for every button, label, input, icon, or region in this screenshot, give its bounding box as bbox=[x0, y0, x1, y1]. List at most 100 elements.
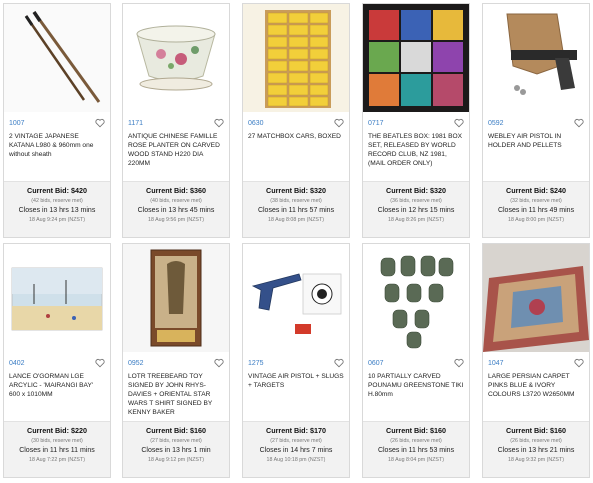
auction-card[interactable]: 1047 LARGE PERSIAN CARPET PINKS BLUE & I… bbox=[482, 243, 590, 478]
bid-footer: Current Bid: $320 (36 bids, reserve met)… bbox=[363, 181, 469, 237]
closing-date: 18 Aug 8:26 pm (NZST) bbox=[388, 217, 444, 223]
auction-card[interactable]: 0592 WEBLEY AIR PISTOL IN HOLDER AND PEL… bbox=[482, 3, 590, 238]
closing-date: 18 Aug 9:24 pm (NZST) bbox=[29, 217, 85, 223]
bid-footer: Current Bid: $160 (26 bids, reserve met)… bbox=[483, 421, 589, 477]
closing-time: Closes in 11 hrs 57 mins bbox=[257, 207, 335, 214]
lot-number[interactable]: 1171 bbox=[128, 120, 143, 127]
heart-icon[interactable] bbox=[454, 358, 464, 368]
lot-number[interactable]: 0952 bbox=[128, 360, 144, 367]
heart-icon[interactable] bbox=[454, 118, 464, 128]
lot-number[interactable]: 0592 bbox=[488, 120, 504, 127]
current-bid: Current Bid: $320 bbox=[266, 186, 326, 195]
current-bid: Current Bid: $420 bbox=[27, 186, 87, 195]
heart-icon[interactable] bbox=[334, 358, 344, 368]
bid-footer: Current Bid: $240 (32 bids, reserve met)… bbox=[483, 181, 589, 237]
matchbox-cars-image[interactable] bbox=[243, 4, 349, 112]
bid-footer: Current Bid: $170 (27 bids, reserve met)… bbox=[243, 421, 349, 477]
current-bid: Current Bid: $170 bbox=[266, 426, 326, 435]
closing-date: 18 Aug 7:22 pm (NZST) bbox=[29, 457, 85, 463]
closing-date: 18 Aug 9:56 pm (NZST) bbox=[148, 217, 204, 223]
auction-card[interactable]: 0607 10 PARTIALLY CARVED POUNAMU GREENST… bbox=[362, 243, 470, 478]
auction-card[interactable]: 0717 THE BEATLES BOX: 1981 BOX SET, RELE… bbox=[362, 3, 470, 238]
auction-grid: 1007 2 VINTAGE JAPANESE KATANA L980 & 96… bbox=[3, 3, 590, 480]
beatles-box-image[interactable] bbox=[363, 4, 469, 112]
greenstone-tiki-image[interactable] bbox=[363, 244, 469, 352]
bid-count: (40 bids, reserve met) bbox=[150, 198, 202, 204]
closing-time: Closes in 12 hrs 15 mins bbox=[377, 207, 455, 214]
bid-count: (26 bids, reserve met) bbox=[390, 438, 442, 444]
bid-footer: Current Bid: $160 (27 bids, reserve met)… bbox=[123, 421, 229, 477]
closing-date: 18 Aug 9:12 pm (NZST) bbox=[148, 457, 204, 463]
lot-title[interactable]: LOTR TREEBEARD TOY SIGNED BY JOHN RHYS-D… bbox=[128, 372, 224, 417]
auction-card[interactable]: 1007 2 VINTAGE JAPANESE KATANA L980 & 96… bbox=[3, 3, 111, 238]
lot-number[interactable]: 0402 bbox=[9, 360, 25, 367]
closing-date: 18 Aug 9:32 pm (NZST) bbox=[508, 457, 564, 463]
closing-date: 18 Aug 8:00 pm (NZST) bbox=[508, 217, 564, 223]
closing-date: 18 Aug 10:18 pm (NZST) bbox=[266, 457, 326, 463]
lot-title[interactable]: LARGE PERSIAN CARPET PINKS BLUE & IVORY … bbox=[488, 372, 584, 399]
air-pistol-target-image[interactable] bbox=[243, 244, 349, 352]
current-bid: Current Bid: $360 bbox=[146, 186, 206, 195]
bid-footer: Current Bid: $360 (40 bids, reserve met)… bbox=[123, 181, 229, 237]
painting-image[interactable] bbox=[4, 244, 110, 352]
heart-icon[interactable] bbox=[574, 118, 584, 128]
bid-count: (26 bids, reserve met) bbox=[510, 438, 562, 444]
lot-number[interactable]: 0630 bbox=[248, 120, 264, 127]
lot-title[interactable]: ANTIQUE CHINESE FAMILLE ROSE PLANTER ON … bbox=[128, 132, 224, 168]
current-bid: Current Bid: $160 bbox=[506, 426, 566, 435]
closing-date: 18 Aug 8:08 pm (NZST) bbox=[268, 217, 324, 223]
lot-title[interactable]: 2 VINTAGE JAPANESE KATANA L980 & 960mm o… bbox=[9, 132, 105, 159]
bid-count: (27 bids, reserve met) bbox=[150, 438, 202, 444]
current-bid: Current Bid: $160 bbox=[146, 426, 206, 435]
bid-footer: Current Bid: $220 (30 bids, reserve met)… bbox=[4, 421, 110, 477]
lot-title[interactable]: LANCE O'GORMAN LGE ARCYLIC - 'MAIRANGI B… bbox=[9, 372, 105, 399]
treebeard-toy-image[interactable] bbox=[123, 244, 229, 352]
heart-icon[interactable] bbox=[334, 118, 344, 128]
heart-icon[interactable] bbox=[214, 118, 224, 128]
closing-time: Closes in 11 hrs 49 mins bbox=[497, 207, 575, 214]
chinese-planter-image[interactable] bbox=[123, 4, 229, 112]
auction-card[interactable]: 0402 LANCE O'GORMAN LGE ARCYLIC - 'MAIRA… bbox=[3, 243, 111, 478]
bid-count: (38 bids, reserve met) bbox=[270, 198, 322, 204]
bid-footer: Current Bid: $420 (42 bids, reserve met)… bbox=[4, 181, 110, 237]
bid-footer: Current Bid: $160 (26 bids, reserve met)… bbox=[363, 421, 469, 477]
closing-time: Closes in 14 hrs 7 mins bbox=[259, 447, 333, 454]
auction-card[interactable]: 1275 VINTAGE AIR PISTOL + SLUGS + TARGET… bbox=[242, 243, 350, 478]
bid-count: (32 bids, reserve met) bbox=[510, 198, 562, 204]
lot-title[interactable]: VINTAGE AIR PISTOL + SLUGS + TARGETS bbox=[248, 372, 344, 390]
heart-icon[interactable] bbox=[214, 358, 224, 368]
lot-number[interactable]: 0607 bbox=[368, 360, 384, 367]
heart-icon[interactable] bbox=[95, 358, 105, 368]
katana-swords-image[interactable] bbox=[4, 4, 110, 112]
closing-time: Closes in 13 hrs 13 mins bbox=[18, 207, 96, 214]
heart-icon[interactable] bbox=[574, 358, 584, 368]
current-bid: Current Bid: $160 bbox=[386, 426, 446, 435]
current-bid: Current Bid: $240 bbox=[506, 186, 566, 195]
lot-number[interactable]: 1275 bbox=[248, 360, 264, 367]
webley-pistol-image[interactable] bbox=[483, 4, 589, 112]
closing-date: 18 Aug 8:04 pm (NZST) bbox=[388, 457, 444, 463]
closing-time: Closes in 11 hrs 53 mins bbox=[377, 447, 455, 454]
closing-time: Closes in 13 hrs 1 min bbox=[141, 447, 211, 454]
closing-time: Closes in 11 hrs 11 mins bbox=[19, 447, 95, 454]
lot-number[interactable]: 0717 bbox=[368, 120, 384, 127]
lot-title[interactable]: WEBLEY AIR PISTOL IN HOLDER AND PELLETS bbox=[488, 132, 584, 150]
lot-title[interactable]: THE BEATLES BOX: 1981 BOX SET, RELEASED … bbox=[368, 132, 464, 168]
auction-card[interactable]: 0630 27 MATCHBOX CARS, BOXED Current Bid… bbox=[242, 3, 350, 238]
closing-time: Closes in 13 hrs 21 mins bbox=[497, 447, 575, 454]
bid-count: (36 bids, reserve met) bbox=[390, 198, 442, 204]
closing-time: Closes in 13 hrs 45 mins bbox=[137, 207, 215, 214]
lot-number[interactable]: 1007 bbox=[9, 120, 25, 127]
auction-card[interactable]: 1171 ANTIQUE CHINESE FAMILLE ROSE PLANTE… bbox=[122, 3, 230, 238]
auction-card[interactable]: 0952 LOTR TREEBEARD TOY SIGNED BY JOHN R… bbox=[122, 243, 230, 478]
bid-count: (30 bids, reserve met) bbox=[31, 438, 83, 444]
bid-count: (27 bids, reserve met) bbox=[270, 438, 322, 444]
current-bid: Current Bid: $220 bbox=[27, 426, 87, 435]
heart-icon[interactable] bbox=[95, 118, 105, 128]
lot-number[interactable]: 1047 bbox=[488, 360, 504, 367]
lot-title[interactable]: 27 MATCHBOX CARS, BOXED bbox=[248, 132, 344, 141]
bid-count: (42 bids, reserve met) bbox=[31, 198, 83, 204]
current-bid: Current Bid: $320 bbox=[386, 186, 446, 195]
lot-title[interactable]: 10 PARTIALLY CARVED POUNAMU GREENSTONE T… bbox=[368, 372, 464, 399]
persian-carpet-image[interactable] bbox=[483, 244, 589, 352]
